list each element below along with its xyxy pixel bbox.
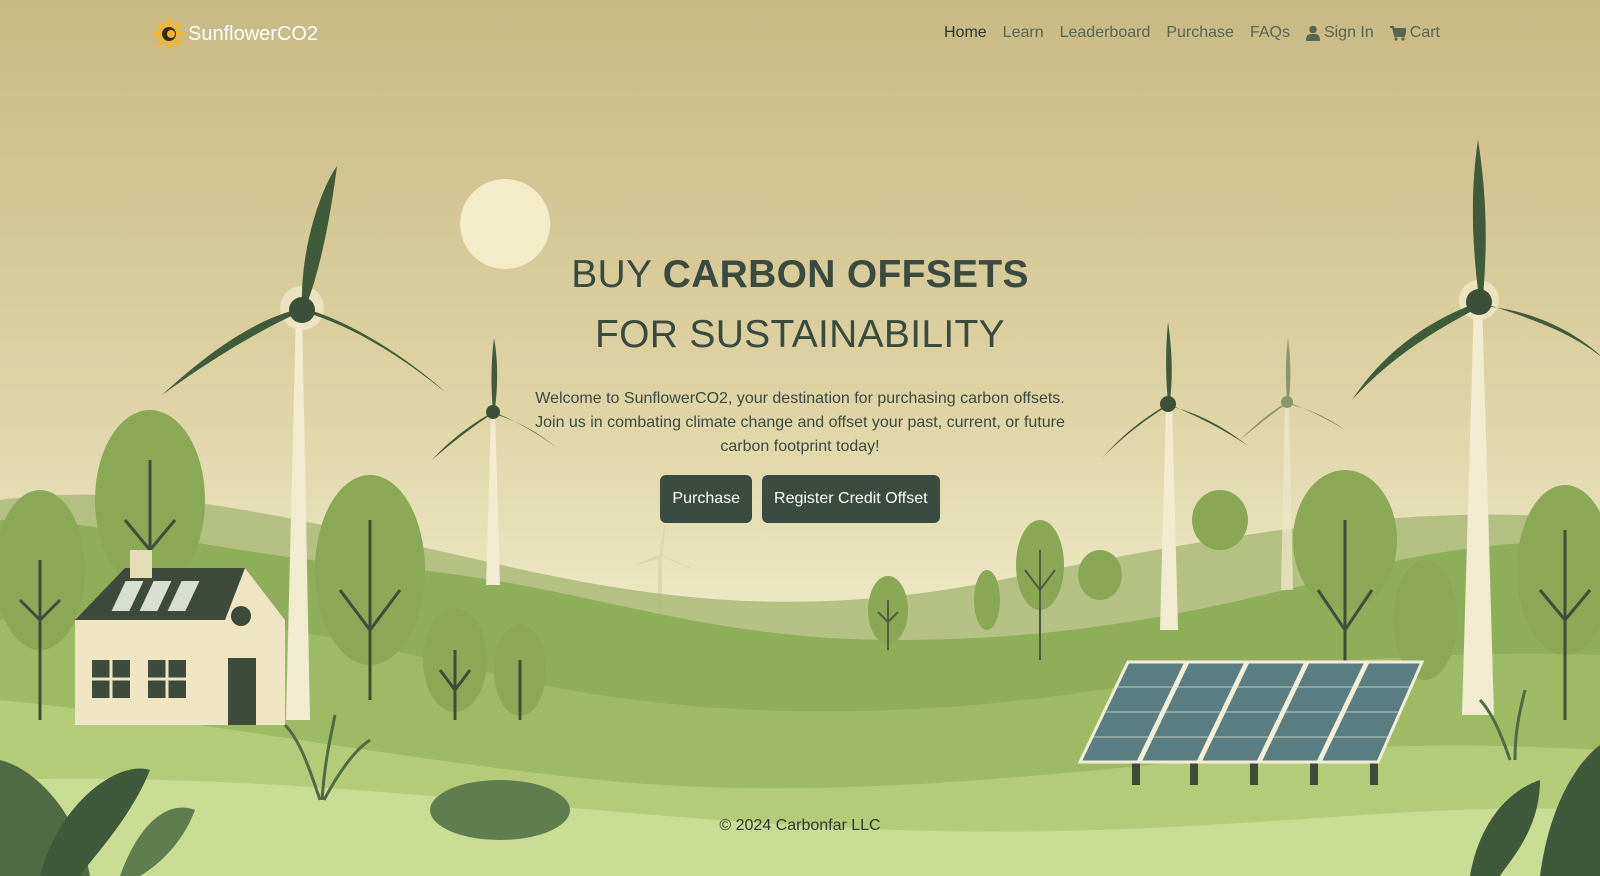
brand-name: SunflowerCO2 (188, 22, 319, 45)
sign-in-label: Sign In (1323, 24, 1374, 41)
copyright-text: © 2024 Carbonfar LLC (719, 817, 881, 834)
cart-icon (1389, 25, 1406, 41)
purchase-button[interactable]: Purchase (660, 475, 753, 523)
nav-learn-link[interactable]: Learn (1003, 24, 1044, 42)
hero-title-light: BUY (571, 253, 663, 296)
footer: © 2024 Carbonfar LLC (0, 817, 1600, 835)
hero-section: BUY CARBON OFFSETS FOR SUSTAINABILITY We… (0, 245, 1600, 523)
sunflower-logo-icon (154, 19, 184, 49)
nav-purchase-link[interactable]: Purchase (1166, 24, 1234, 42)
nav-leaderboard-link[interactable]: Leaderboard (1060, 24, 1151, 42)
hero-buttons: Purchase Register Credit Offset (0, 475, 1600, 523)
cart-label: Cart (1409, 24, 1440, 41)
nav-home-link[interactable]: Home (944, 24, 987, 42)
nav-sign-in-link[interactable]: Sign In (1305, 24, 1374, 42)
hero-description: Welcome to SunflowerCO2, your destinatio… (535, 390, 1065, 455)
user-icon (1305, 25, 1320, 41)
hero-title: BUY CARBON OFFSETS FOR SUSTAINABILITY (0, 245, 1600, 365)
hero-title-line2: FOR SUSTAINABILITY (595, 313, 1005, 356)
navbar: SunflowerCO2 Home Learn Leaderboard Purc… (0, 0, 1600, 70)
nav-faqs-link[interactable]: FAQs (1250, 24, 1290, 42)
hero-title-bold: CARBON OFFSETS (662, 253, 1029, 296)
brand-link[interactable]: SunflowerCO2 (154, 19, 318, 49)
register-credit-offset-button[interactable]: Register Credit Offset (762, 475, 940, 523)
nav-cart-link[interactable]: Cart (1389, 24, 1440, 42)
nav-links: Home Learn Leaderboard Purchase FAQs Sig… (928, 24, 1440, 42)
